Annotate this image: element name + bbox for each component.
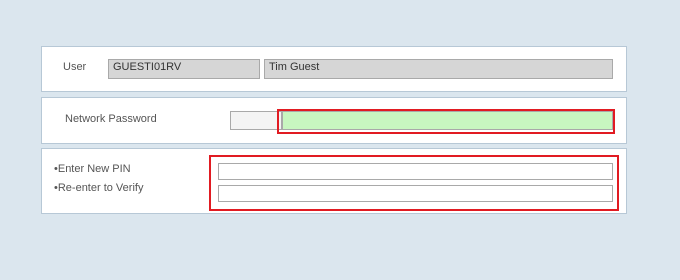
user-panel: User GUESTI01RV Tim Guest xyxy=(41,46,627,92)
network-password-label: Network Password xyxy=(65,113,157,125)
password-highlight-box xyxy=(277,109,615,134)
user-label: User xyxy=(63,61,87,73)
enter-new-pin-label: •Enter New PIN xyxy=(54,163,131,175)
verify-pin-label: •Re-enter to Verify xyxy=(54,182,144,194)
user-name-field: Tim Guest xyxy=(264,59,613,79)
password-prefix-field xyxy=(230,111,282,130)
pin-highlight-box xyxy=(209,155,619,211)
user-id-field: GUESTI01RV xyxy=(108,59,260,79)
